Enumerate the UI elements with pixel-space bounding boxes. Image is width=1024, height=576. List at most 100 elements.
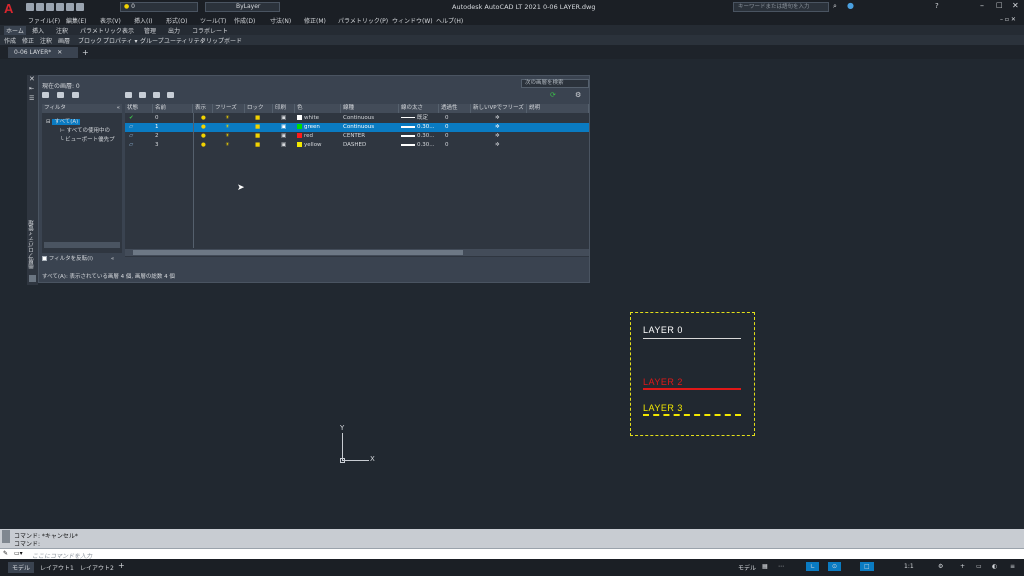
search-icon[interactable]: ⌕ xyxy=(833,2,837,11)
layer-2-line[interactable] xyxy=(643,388,741,390)
new-tab-button[interactable]: + xyxy=(82,48,89,57)
unlock-icon[interactable]: ■ xyxy=(255,132,260,141)
sun-icon[interactable]: ☀ xyxy=(225,141,230,150)
layer-3-line[interactable] xyxy=(643,414,741,416)
menu-help[interactable]: ヘルプ(H) xyxy=(436,16,463,25)
linetype[interactable]: Continuous xyxy=(343,114,374,123)
layer-row[interactable]: ▱ 3 ● ☀ ■ ▣ yellow DASHED 0.30... 0 ✲ xyxy=(125,141,589,150)
linetype[interactable]: Continuous xyxy=(343,123,374,132)
menu-edit[interactable]: 編集(E) xyxy=(66,16,86,25)
col-transparency[interactable]: 透過性 xyxy=(439,104,471,113)
panel-draw[interactable]: 作成 xyxy=(4,36,16,45)
color-cell[interactable]: white xyxy=(297,114,319,123)
help-icon[interactable]: ? xyxy=(935,2,939,10)
command-prompt-icon[interactable]: ▭▾ xyxy=(14,550,23,557)
collapse-icon[interactable]: « xyxy=(117,104,120,113)
collapse-left-icon[interactable]: « xyxy=(111,256,114,262)
lineweight-cell[interactable]: 既定 xyxy=(401,114,428,123)
customize-icon[interactable]: ≡ xyxy=(1006,562,1019,571)
workspace-gear-icon[interactable]: ⚙ xyxy=(934,562,947,571)
col-color[interactable]: 色 xyxy=(295,104,341,113)
menu-modify[interactable]: 修正(M) xyxy=(304,16,326,25)
palette-close-icon[interactable]: ✕ xyxy=(29,75,35,83)
layer-combo[interactable]: ● 0 xyxy=(120,2,198,12)
new-vp-frozen-layer-icon[interactable] xyxy=(138,92,146,98)
col-linetype[interactable]: 線種 xyxy=(341,104,399,113)
polar-icon[interactable]: ⊙ xyxy=(828,562,842,571)
color-cell[interactable]: green xyxy=(297,123,320,132)
tab-collaborate[interactable]: コラボレート xyxy=(192,26,228,35)
layer-3-text[interactable]: LAYER 3 xyxy=(643,403,683,413)
printer-icon[interactable]: ▣ xyxy=(281,114,286,123)
panel-block[interactable]: ブロック xyxy=(78,36,102,45)
layer-states-icon[interactable] xyxy=(71,92,79,98)
layer-0-text[interactable]: LAYER 0 xyxy=(643,325,683,335)
osnap-icon[interactable]: □ xyxy=(860,562,874,571)
checkbox-icon[interactable] xyxy=(42,256,47,261)
unlock-icon[interactable]: ■ xyxy=(255,123,260,132)
tab-manage[interactable]: 管理 xyxy=(144,26,156,35)
lightbulb-icon[interactable]: ● xyxy=(201,132,206,141)
sun-icon[interactable]: ☀ xyxy=(225,132,230,141)
tab-model[interactable]: モデル xyxy=(8,562,35,573)
menu-view[interactable]: 表示(V) xyxy=(100,16,121,25)
layer-row[interactable]: ▱ 1 ● ☀ ■ ▣ green Continuous 0.30... 0 ✲ xyxy=(125,123,589,132)
drawing-minimize-icon[interactable]: – ▫ ✕ xyxy=(1000,16,1016,23)
panel-groups[interactable]: グループ xyxy=(140,36,164,45)
col-name[interactable]: 名前 xyxy=(153,104,193,113)
panel-properties[interactable]: プロパティ ▾ xyxy=(103,36,138,45)
printer-icon[interactable]: ▣ xyxy=(281,141,286,150)
col-on[interactable]: 表示 xyxy=(193,104,213,113)
transparency[interactable]: 0 xyxy=(445,132,449,141)
tab-parametric[interactable]: パラメトリック xyxy=(80,26,122,35)
lineweight-cell[interactable]: 0.30... xyxy=(401,123,435,132)
help-search-input[interactable]: キーワードまたは語句を入力 xyxy=(733,2,829,12)
tab-view[interactable]: 表示 xyxy=(122,26,134,35)
undo-icon[interactable] xyxy=(76,3,85,11)
menu-insert[interactable]: 挿入(I) xyxy=(134,16,152,25)
palette-settings-icon[interactable]: ☰ xyxy=(29,95,34,102)
grid-icon[interactable]: ▦ xyxy=(758,562,772,571)
col-lock[interactable]: ロック xyxy=(245,104,273,113)
grid-hscroll[interactable] xyxy=(125,249,589,256)
file-tab-active[interactable]: 0-06 LAYER* ✕ xyxy=(8,47,78,58)
layer-0-line[interactable] xyxy=(643,338,741,339)
tab-home[interactable]: ホーム xyxy=(4,26,26,35)
command-input[interactable]: ✎ ▭▾ ここにコマンドを入力 xyxy=(0,548,1024,560)
save-icon[interactable] xyxy=(46,3,55,11)
minimize-icon[interactable]: – xyxy=(980,1,984,10)
menu-parametric[interactable]: パラメトリック(P) xyxy=(338,16,388,25)
filter-viewport[interactable]: └ ビューポート優先プ xyxy=(60,135,115,143)
add-layout-button[interactable]: + xyxy=(114,560,129,571)
vp-freeze-icon[interactable]: ✲ xyxy=(495,141,500,150)
set-current-icon[interactable] xyxy=(166,92,174,98)
delete-layer-icon[interactable] xyxy=(152,92,160,98)
drawing-frame[interactable]: LAYER 0 LAYER 2 LAYER 3 xyxy=(630,312,755,436)
close-tab-icon[interactable]: ✕ xyxy=(57,49,62,56)
isolate-icon[interactable]: ◐ xyxy=(988,562,1001,571)
ortho-icon[interactable]: ∟ xyxy=(806,562,820,571)
lightbulb-icon[interactable]: ● xyxy=(201,114,206,123)
col-lineweight[interactable]: 線の太さ xyxy=(399,104,439,113)
menu-dimension[interactable]: 寸法(N) xyxy=(270,16,291,25)
col-status[interactable]: 状態 xyxy=(125,104,153,113)
menu-format[interactable]: 形式(O) xyxy=(166,16,187,25)
snap-icon[interactable]: ⋯ xyxy=(774,562,788,571)
plus-icon[interactable]: + xyxy=(956,562,969,571)
wrench-icon[interactable]: ✎ xyxy=(3,550,8,557)
vp-freeze-icon[interactable]: ✲ xyxy=(495,132,500,141)
refresh-icon[interactable]: ⟳ xyxy=(550,91,556,99)
new-property-filter-icon[interactable] xyxy=(42,92,49,98)
menu-window[interactable]: ウィンドウ(W) xyxy=(392,16,433,25)
printer-icon[interactable]: ▣ xyxy=(281,132,286,141)
linetype[interactable]: DASHED xyxy=(343,141,366,150)
lineweight-cell[interactable]: 0.30... xyxy=(401,132,435,141)
panel-clipboard[interactable]: クリップボード xyxy=(200,36,242,45)
menu-draw[interactable]: 作成(D) xyxy=(234,16,255,25)
tab-output[interactable]: 出力 xyxy=(168,26,180,35)
col-plot[interactable]: 印刷 xyxy=(273,104,295,113)
transparency[interactable]: 0 xyxy=(445,141,449,150)
tab-layout1[interactable]: レイアウト1 xyxy=(36,562,78,573)
col-description[interactable]: 説明 xyxy=(527,104,589,113)
layer-search-input[interactable]: 次の画層を検索 xyxy=(521,79,589,88)
